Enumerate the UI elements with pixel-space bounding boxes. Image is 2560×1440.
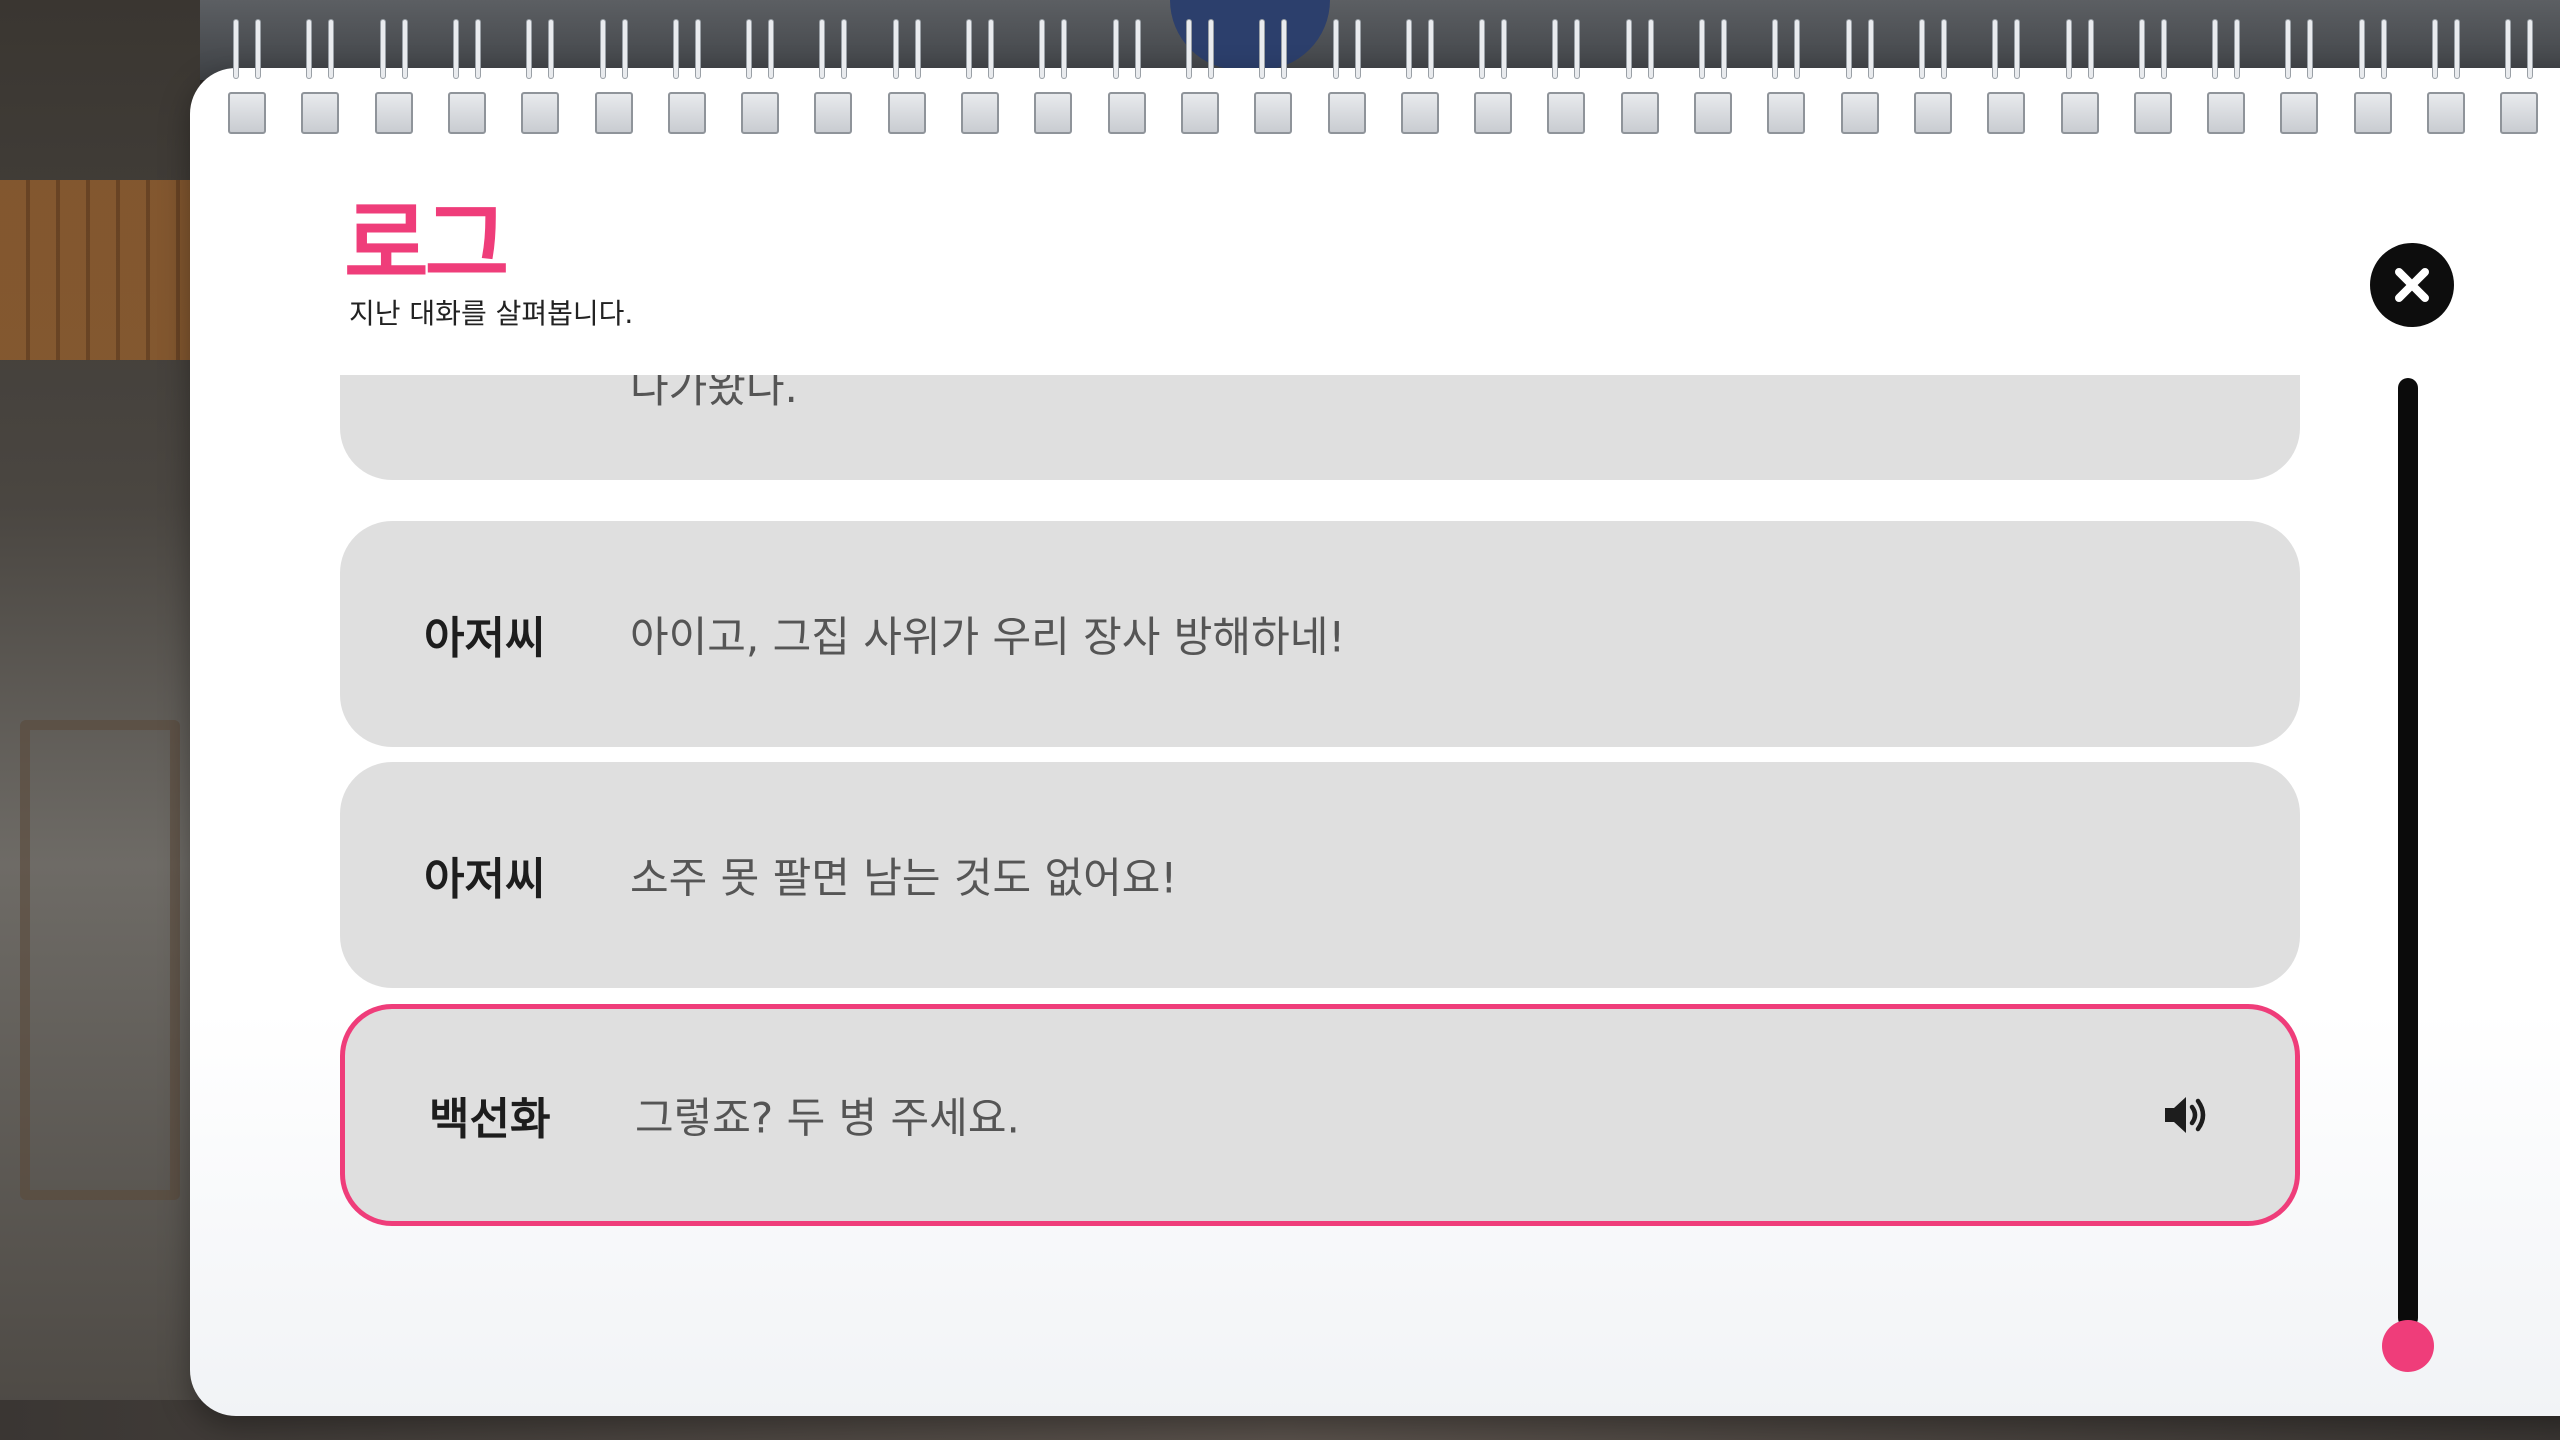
spiral-binding (228, 20, 2558, 140)
log-entry-text: 소주 못 팔면 남는 것도 없어요! (630, 853, 1178, 903)
binding-ring (1107, 20, 1148, 138)
binding-ring (521, 20, 561, 138)
binding-ring (1474, 20, 1514, 138)
binding-ring (2060, 20, 2101, 138)
binding-ring (2353, 20, 2394, 138)
speaker-icon (2165, 1097, 2206, 1133)
log-entry: 다가왔다. (340, 375, 2300, 480)
log-entry-speaker: 아저씨 (424, 613, 546, 664)
page-subtitle: 지난 대화를 살펴봅니다. (349, 297, 634, 330)
log-entry-speaker: 백선화 (429, 1094, 551, 1145)
log-entry-speaker: 아저씨 (424, 854, 546, 905)
binding-ring (1254, 20, 1294, 138)
close-button[interactable] (2370, 243, 2454, 327)
log-entry: 아저씨 아이고, 그집 사위가 우리 장사 방해하네! (340, 521, 2300, 747)
binding-ring (2427, 20, 2467, 138)
binding-ring (228, 20, 268, 138)
background-wood-panel (0, 180, 190, 360)
binding-ring (2207, 20, 2247, 138)
log-entry-text: 다가왔다. (630, 375, 798, 412)
binding-ring (1913, 20, 1954, 138)
log-entry-text: 아이고, 그집 사위가 우리 장사 방해하네! (630, 612, 1346, 662)
binding-ring (1767, 20, 1807, 138)
page-title: 로그 (344, 191, 509, 298)
binding-ring (374, 20, 415, 138)
log-entry-current: 백선화 그렇죠? 두 병 주세요. (340, 1004, 2300, 1226)
binding-ring (2500, 20, 2540, 138)
log-entry-text: 그렇죠? 두 병 주세요. (635, 1093, 1020, 1143)
binding-ring (667, 20, 708, 138)
binding-ring (961, 20, 1001, 138)
binding-ring (1034, 20, 1074, 138)
binding-ring (1620, 20, 1661, 138)
voice-replay-button[interactable] (2159, 1087, 2215, 1143)
scrollbar-thumb[interactable] (2382, 1320, 2434, 1372)
binding-ring (2280, 20, 2320, 138)
binding-ring (1694, 20, 1734, 138)
binding-ring (1547, 20, 1587, 138)
binding-ring (887, 20, 928, 138)
log-entry: 아저씨 소주 못 팔면 남는 것도 없어요! (340, 762, 2300, 988)
binding-ring (814, 20, 854, 138)
binding-ring (1180, 20, 1221, 138)
binding-ring (594, 20, 635, 138)
binding-ring (1327, 20, 1368, 138)
binding-ring (1987, 20, 2027, 138)
binding-ring (2133, 20, 2174, 138)
scrollbar-track[interactable] (2398, 378, 2418, 1328)
binding-ring (1400, 20, 1441, 138)
binding-ring (301, 20, 341, 138)
binding-ring (447, 20, 488, 138)
log-list[interactable]: 다가왔다. 아저씨 아이고, 그집 사위가 우리 장사 방해하네! 아저씨 소주… (340, 375, 2300, 1255)
close-icon (2395, 268, 2429, 302)
background-chair (20, 720, 180, 1200)
binding-ring (1840, 20, 1881, 138)
binding-ring (741, 20, 781, 138)
